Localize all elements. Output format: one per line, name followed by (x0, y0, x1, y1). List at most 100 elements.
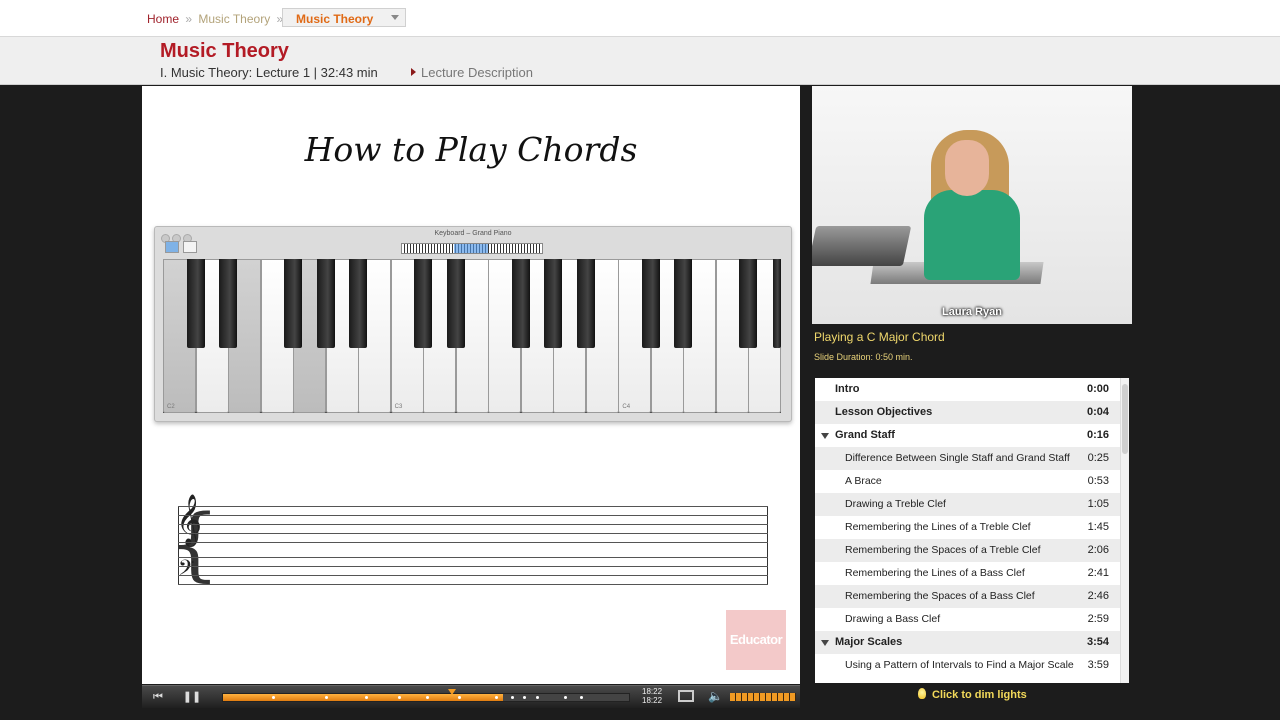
lecture-description-toggle[interactable]: Lecture Description (411, 65, 533, 80)
piano-black-key[interactable] (773, 259, 781, 348)
outline-scrollbar[interactable] (1120, 378, 1129, 683)
piano-key-label: C2 (167, 404, 175, 410)
keyboard-mode-icon (183, 241, 197, 253)
piano-black-key[interactable] (414, 259, 433, 348)
outline-item-time: 2:06 (1087, 544, 1109, 556)
outline-item[interactable]: Remembering the Spaces of a Bass Clef 2:4… (815, 585, 1120, 608)
outline-item[interactable]: Difference Between Single Staff and Gran… (815, 447, 1120, 470)
breadcrumb-separator: » (185, 12, 193, 26)
outline-item[interactable]: Grand Staff 0:16 (815, 424, 1120, 447)
dim-lights-button[interactable]: Click to dim lights (918, 688, 1027, 701)
piano-black-key[interactable] (739, 259, 758, 348)
pause-icon[interactable]: ❚❚ (178, 686, 206, 708)
piano-black-key[interactable] (511, 259, 530, 348)
chapter-marker[interactable] (426, 696, 429, 699)
breadcrumb-course-link[interactable]: Music Theory (198, 12, 270, 26)
slide-title: How to Play Chords (304, 130, 638, 169)
player-controls: ⏮ ❚❚ 18:22 18:22 🔈 (142, 685, 800, 708)
outline-item-time: 0:25 (1087, 452, 1109, 464)
outline-item[interactable]: Intro 0:00 (815, 378, 1120, 401)
course-header: Music Theory I. Music Theory: Lecture 1 … (0, 37, 1280, 85)
skip-back-icon[interactable]: ⏮ (144, 686, 172, 708)
lecture-info: I. Music Theory: Lecture 1 | 32:43 min (160, 65, 378, 80)
outline-item-title: Remembering the Lines of a Treble Clef (845, 521, 1031, 533)
top-nav: Home » Music Theory » Music Theory (0, 0, 1280, 37)
outline-item[interactable]: Lesson Objectives 0:04 (815, 401, 1120, 424)
course-dropdown[interactable]: Music Theory (282, 8, 406, 27)
breadcrumb-home-link[interactable]: Home (147, 12, 179, 26)
staff-line (178, 584, 768, 585)
piano-black-key[interactable] (446, 259, 465, 348)
outline-item-title: Difference Between Single Staff and Gran… (845, 452, 1070, 464)
outline-item[interactable]: Remembering the Spaces of a Treble Clef 2… (815, 539, 1120, 562)
outline-item[interactable]: Drawing a Bass Clef 2:59 (815, 608, 1120, 631)
presenter-name: Laura Ryan (942, 306, 1002, 318)
outline-item-time: 3:59 (1087, 659, 1109, 671)
piano-key-label: C3 (394, 404, 403, 410)
outline-item-title: Remembering the Spaces of a Bass Clef (845, 590, 1035, 602)
educator-logo: Educator (726, 610, 786, 670)
outline-item[interactable]: A Brace 0:53 (815, 470, 1120, 493)
current-slide-name: Playing a C Major Chord (814, 330, 945, 344)
outline-item[interactable]: Remembering the Lines of a Treble Clef 1:… (815, 516, 1120, 539)
outline-item[interactable]: Remembering the Lines of a Bass Clef 2:41 (815, 562, 1120, 585)
outline-item[interactable]: Drawing a Treble Clef 1:05 (815, 493, 1120, 516)
outline-item[interactable]: Major Scales 3:54 (815, 631, 1120, 654)
staff-line (178, 515, 768, 516)
course-dropdown-label: Music Theory (296, 12, 374, 26)
expand-triangle-icon[interactable] (821, 433, 829, 439)
chapter-marker[interactable] (580, 696, 584, 699)
grand-staff: { 𝄞 𝄢 (169, 494, 768, 586)
outline-item-title: A Brace (845, 475, 882, 487)
chapter-marker[interactable] (511, 696, 515, 699)
volume-icon[interactable]: 🔈 (708, 689, 723, 703)
bass-clef-icon: 𝄢 (178, 556, 195, 586)
breadcrumb: Home » Music Theory » (147, 12, 286, 26)
progress-fill (223, 694, 504, 701)
outline-item[interactable]: Using a Pattern of Intervals to Find a M… (815, 654, 1120, 677)
chapter-marker[interactable] (523, 696, 527, 699)
mini-keyboard-range (401, 243, 543, 254)
piano-black-key[interactable] (316, 259, 335, 348)
lecture-description-label: Lecture Description (421, 65, 533, 80)
chevron-down-icon (391, 15, 399, 20)
piano-black-key[interactable] (284, 259, 303, 348)
chapter-marker[interactable] (535, 696, 539, 699)
outline-item-title: Lesson Objectives (835, 406, 933, 418)
chapter-marker[interactable] (564, 696, 568, 699)
staff-line (178, 533, 768, 534)
triangle-right-icon (411, 68, 416, 76)
staff-line (178, 506, 768, 507)
piano-black-key[interactable] (641, 259, 660, 348)
piano-black-key[interactable] (219, 259, 238, 348)
screen-icon[interactable] (678, 690, 694, 702)
outline-item-title: Intro (835, 383, 860, 395)
chapter-marker[interactable] (271, 696, 275, 699)
page-title: Music Theory (160, 40, 289, 62)
expand-triangle-icon[interactable] (821, 640, 829, 646)
piano-black-key[interactable] (349, 259, 368, 348)
chapter-marker[interactable] (495, 696, 499, 699)
outline-item-title: Remembering the Lines of a Bass Clef (845, 567, 1025, 579)
outline-item-title: Drawing a Treble Clef (845, 498, 946, 510)
outline-item-title: Remembering the Spaces of a Treble Clef (845, 544, 1041, 556)
outline-item-title: Major Scales (835, 636, 903, 648)
presenter-video[interactable]: Laura Ryan (812, 86, 1132, 324)
progress-thumb[interactable] (448, 689, 457, 695)
slide-duration: Slide Duration: 0:50 min. (814, 352, 913, 362)
outline-item-time: 0:53 (1087, 475, 1109, 487)
chapter-marker[interactable] (324, 696, 328, 699)
volume-slider[interactable] (730, 693, 796, 701)
piano-black-key[interactable] (576, 259, 595, 348)
time-display: 18:22 18:22 (642, 687, 662, 705)
progress-bar[interactable] (222, 689, 630, 702)
treble-clef-icon: 𝄞 (176, 494, 203, 545)
outline-item-time: 2:46 (1087, 590, 1109, 602)
piano-black-key[interactable] (544, 259, 563, 348)
piano-black-key[interactable] (674, 259, 693, 348)
keyboard-window-title: Keyboard – Grand Piano (434, 230, 512, 237)
piano-black-key[interactable] (186, 259, 205, 348)
keyboard-window: Keyboard – Grand Piano C2 C3 C4 (154, 226, 792, 422)
chapter-marker[interactable] (397, 696, 401, 699)
staff-end-barline (767, 506, 768, 584)
